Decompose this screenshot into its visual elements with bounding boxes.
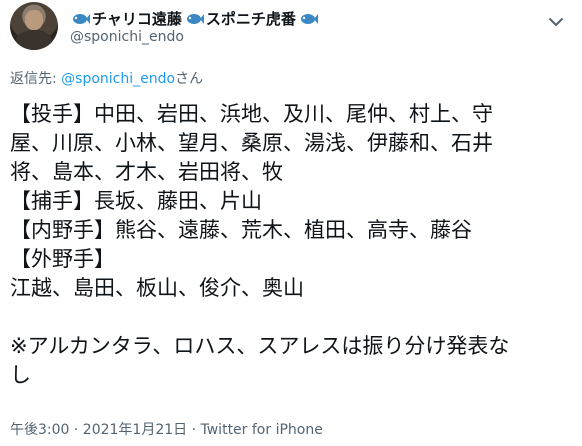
display-name-part1: チャリコ遠藤 xyxy=(92,10,182,28)
fish-emoji-icon xyxy=(300,13,318,24)
tweet-line: し xyxy=(10,363,31,387)
user-handle[interactable]: @sponichi_endo xyxy=(70,29,184,45)
display-name-part2: スポニチ虎番 xyxy=(205,10,296,28)
tweet-line: 【外野手】 xyxy=(10,247,115,271)
tweet-meta: 午後3:00 · 2021年1月21日 · Twitter for iPhone xyxy=(10,419,323,439)
timestamp-link[interactable]: 午後3:00 · 2021年1月21日 xyxy=(10,422,187,438)
tweet-line: 【捕手】長坂、藤田、片山 xyxy=(10,189,262,213)
tweet-line: 【投手】中田、岩田、浜地、及川、尾仲、村上、守 xyxy=(10,102,493,126)
tweet-body: 【投手】中田、岩田、浜地、及川、尾仲、村上、守 屋、川原、小林、望月、桑原、湯浅… xyxy=(10,100,570,390)
chevron-down-icon[interactable] xyxy=(546,12,566,32)
reply-to-line: 返信先: @sponichi_endoさん xyxy=(10,68,203,88)
tweet-line: ※アルカンタラ、ロハス、スアレスは振り分け発表な xyxy=(10,334,510,358)
tweet-line: 【内野手】熊谷、遠藤、荒木、植田、高寺、藤谷 xyxy=(10,218,472,242)
display-name-row[interactable]: チャリコ遠藤 スポニチ虎番 xyxy=(70,8,318,29)
reply-prefix: 返信先: xyxy=(10,71,62,87)
meta-separator: · xyxy=(187,422,201,438)
tweet-line: 江越、島田、板山、俊介、奥山 xyxy=(10,276,304,300)
avatar[interactable] xyxy=(10,2,58,50)
avatar-face xyxy=(25,10,43,30)
source-link[interactable]: Twitter for iPhone xyxy=(201,422,323,438)
tweet-line: 将、島本、才木、岩田将、牧 xyxy=(10,160,283,184)
fish-emoji-icon xyxy=(186,13,204,24)
reply-suffix: さん xyxy=(175,71,204,87)
tweet-header: チャリコ遠藤 スポニチ虎番 @sponichi_endo xyxy=(10,2,570,54)
fish-emoji-icon xyxy=(73,13,90,24)
tweet-line: 屋、川原、小林、望月、桑原、湯浅、伊藤和、石井 xyxy=(10,131,493,155)
avatar-body xyxy=(16,30,52,50)
reply-mention-link[interactable]: @sponichi_endo xyxy=(61,71,175,87)
